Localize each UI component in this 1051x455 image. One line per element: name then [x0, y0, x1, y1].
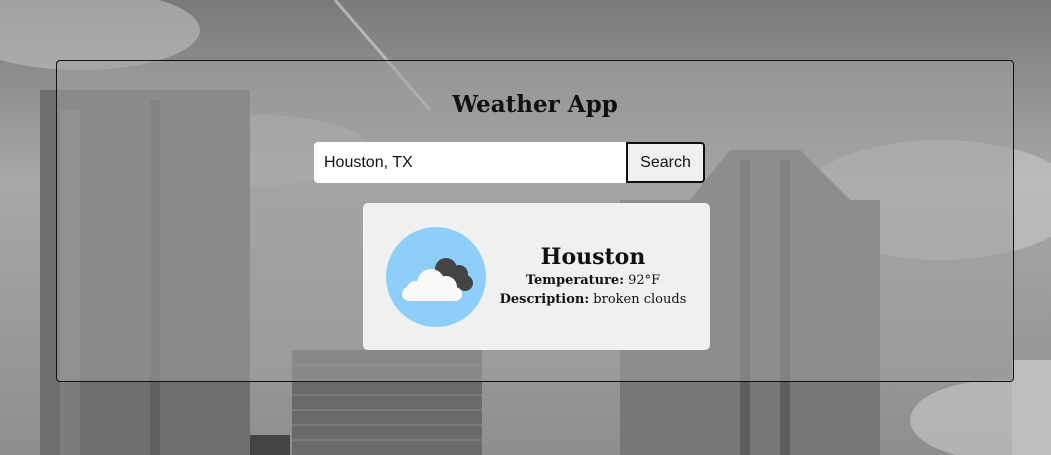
- app-title: Weather App: [452, 91, 618, 118]
- weather-card: Houston Temperature: 92°F Description: b…: [363, 203, 710, 350]
- broken-clouds-icon: [386, 227, 486, 327]
- description-label: Description:: [499, 292, 590, 307]
- city-name: Houston: [540, 244, 646, 270]
- weather-info: Houston Temperature: 92°F Description: b…: [493, 243, 693, 309]
- temperature-label: Temperature:: [525, 273, 624, 288]
- temperature-value: 92°F: [628, 273, 661, 288]
- cloud-icon: [402, 258, 473, 301]
- weather-app-panel: Weather App Search Houston Temperature: …: [56, 60, 1014, 382]
- description-value: broken clouds: [593, 292, 687, 307]
- temperature-row: Temperature: 92°F: [493, 271, 693, 290]
- search-button[interactable]: Search: [626, 142, 705, 183]
- description-row: Description: broken clouds: [493, 290, 693, 309]
- search-input[interactable]: [314, 142, 626, 183]
